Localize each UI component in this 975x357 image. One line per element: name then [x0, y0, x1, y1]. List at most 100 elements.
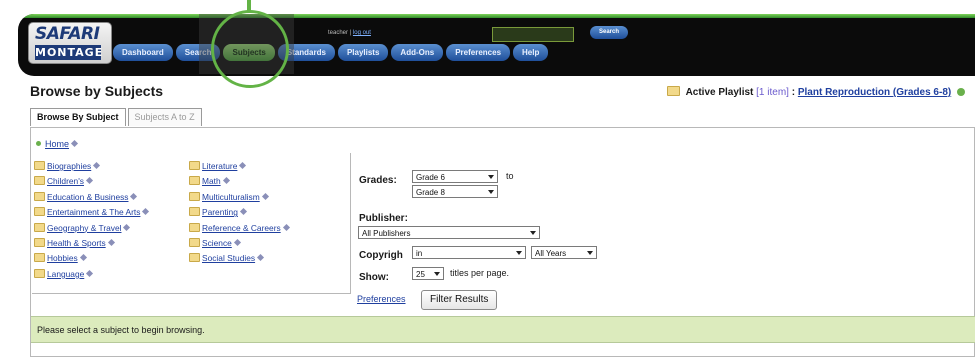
expand-arrow-icon[interactable] [107, 238, 115, 246]
folder-icon [189, 176, 200, 186]
home-link[interactable]: Home [45, 139, 69, 149]
subject-link-science[interactable]: Science [202, 238, 232, 248]
subject-link-multiculturalism[interactable]: Multiculturalism [202, 192, 260, 202]
subject-link-education-business[interactable]: Education & Business [47, 192, 128, 202]
expand-arrow-icon[interactable] [130, 192, 138, 200]
subject-link-childrens[interactable]: Children's [47, 176, 84, 186]
subject-item: Language [34, 267, 148, 282]
nav-add-ons[interactable]: Add-Ons [391, 43, 444, 61]
subject-link-language[interactable]: Language [47, 269, 84, 279]
subject-item: Reference & Careers [189, 221, 290, 236]
grade-from-select[interactable]: Grade 6 [412, 170, 498, 183]
subject-link-social-studies[interactable]: Social Studies [202, 253, 255, 263]
copyright-years-select[interactable]: All Years [531, 246, 597, 259]
per-page-select[interactable]: 25 [412, 267, 444, 280]
nav-playlists[interactable]: Playlists [337, 43, 389, 61]
expand-arrow-icon[interactable] [261, 192, 269, 200]
folder-icon [34, 176, 45, 186]
folder-icon [189, 191, 200, 201]
header-glow [18, 14, 975, 18]
expand-arrow-icon[interactable] [222, 177, 230, 185]
subject-link-literature[interactable]: Literature [202, 161, 237, 171]
active-playlist-label: Active Playlist [685, 87, 754, 98]
expand-arrow-icon[interactable] [85, 177, 94, 185]
user-separator: | [349, 30, 352, 36]
folder-icon [666, 86, 680, 96]
subject-item: Multiculturalism [189, 190, 289, 205]
expand-arrow-icon[interactable] [239, 161, 247, 170]
play-icon[interactable] [957, 88, 965, 96]
per-page-value: 25 [416, 270, 425, 279]
subject-link-health-sports[interactable]: Health & Sports [47, 238, 106, 248]
page-title: Browse by Subjects [30, 83, 164, 99]
subject-column-2: Literature Math Multiculturalism Parenti… [189, 159, 290, 267]
folder-icon [34, 237, 45, 247]
copyright-mode-value: in [416, 249, 423, 258]
subject-item: Children's [34, 174, 148, 189]
expand-arrow-icon[interactable] [239, 208, 247, 216]
subject-item: Biographies [34, 159, 148, 174]
expand-arrow-icon[interactable] [79, 254, 87, 262]
highlight-circle [211, 10, 289, 88]
status-message: Please select a subject to begin browsin… [31, 316, 975, 343]
bullet-icon [36, 141, 41, 146]
subject-link-hobbies[interactable]: Hobbies [47, 253, 78, 263]
subject-item: Education & Business [34, 190, 148, 205]
tab-subjects-a-to-z[interactable]: Subjects A to Z [127, 108, 202, 126]
folder-icon [189, 237, 200, 247]
expand-arrow-icon[interactable] [86, 269, 94, 277]
publisher-select[interactable]: All Publishers [358, 226, 540, 239]
subject-item: Geography & Travel [34, 221, 148, 236]
subject-list: Biographies Children's Education & Busin… [32, 153, 351, 294]
folder-icon [34, 161, 45, 170]
subject-item: Hobbies [34, 251, 148, 266]
folder-icon [34, 207, 45, 217]
nav-help[interactable]: Help [513, 43, 549, 61]
expand-arrow-icon[interactable] [233, 238, 241, 246]
logo-line1: SAFARI [35, 24, 100, 44]
active-playlist-link[interactable]: Plant Reproduction (Grades 6-8) [798, 87, 951, 98]
expand-arrow-icon[interactable] [93, 161, 101, 170]
active-playlist-count[interactable]: [1 item] [756, 87, 789, 98]
search-button[interactable]: Search [590, 26, 628, 39]
main-nav: Dashboard Search Subjects Standards Play… [113, 42, 551, 62]
logout-link[interactable]: log out [353, 30, 371, 36]
subject-link-entertainment-arts[interactable]: Entertainment & The Arts [47, 207, 140, 217]
expand-arrow-icon[interactable] [282, 223, 290, 231]
publisher-label: Publisher: [359, 213, 408, 224]
subject-item: Social Studies [189, 251, 289, 266]
subject-link-math[interactable]: Math [202, 176, 221, 186]
grade-to-value: Grade 8 [416, 188, 445, 197]
copyright-mode-select[interactable]: in [412, 246, 526, 259]
subject-item: Health & Sports [34, 236, 148, 251]
subject-link-parenting[interactable]: Parenting [202, 207, 238, 217]
subject-item: Parenting [189, 205, 289, 220]
folder-icon [189, 253, 200, 263]
subject-link-reference-careers[interactable]: Reference & Careers [202, 223, 281, 233]
per-page-suffix: titles per page. [450, 268, 510, 278]
folder-icon [189, 222, 200, 232]
subject-link-biographies[interactable]: Biographies [47, 161, 91, 171]
nav-dashboard[interactable]: Dashboard [113, 43, 173, 61]
grade-to-word: to [506, 171, 514, 181]
nav-preferences[interactable]: Preferences [446, 43, 511, 61]
expand-arrow-icon[interactable] [257, 254, 265, 262]
expand-arrow-icon[interactable] [123, 223, 131, 231]
expand-arrow-icon[interactable] [142, 208, 150, 216]
browse-tabs: Browse By Subject Subjects A to Z [30, 108, 204, 128]
user-name: teacher [328, 30, 349, 36]
expand-arrow-icon[interactable] [70, 139, 79, 148]
grade-from-value: Grade 6 [416, 173, 445, 182]
tab-browse-by-subject[interactable]: Browse By Subject [30, 108, 126, 126]
subject-item: Science [189, 236, 289, 251]
search-input[interactable] [492, 27, 574, 42]
subject-item: Math [189, 174, 289, 189]
subject-link-geography-travel[interactable]: Geography & Travel [47, 223, 121, 233]
preferences-link[interactable]: Preferences [357, 294, 406, 304]
grade-to-select[interactable]: Grade 8 [412, 185, 498, 198]
filter-results-button[interactable]: Filter Results [421, 290, 498, 310]
folder-icon [189, 161, 200, 170]
publisher-value: All Publishers [362, 229, 411, 238]
folder-icon [34, 253, 45, 263]
safari-montage-logo[interactable]: SAFARI MONTAGE [28, 22, 112, 64]
